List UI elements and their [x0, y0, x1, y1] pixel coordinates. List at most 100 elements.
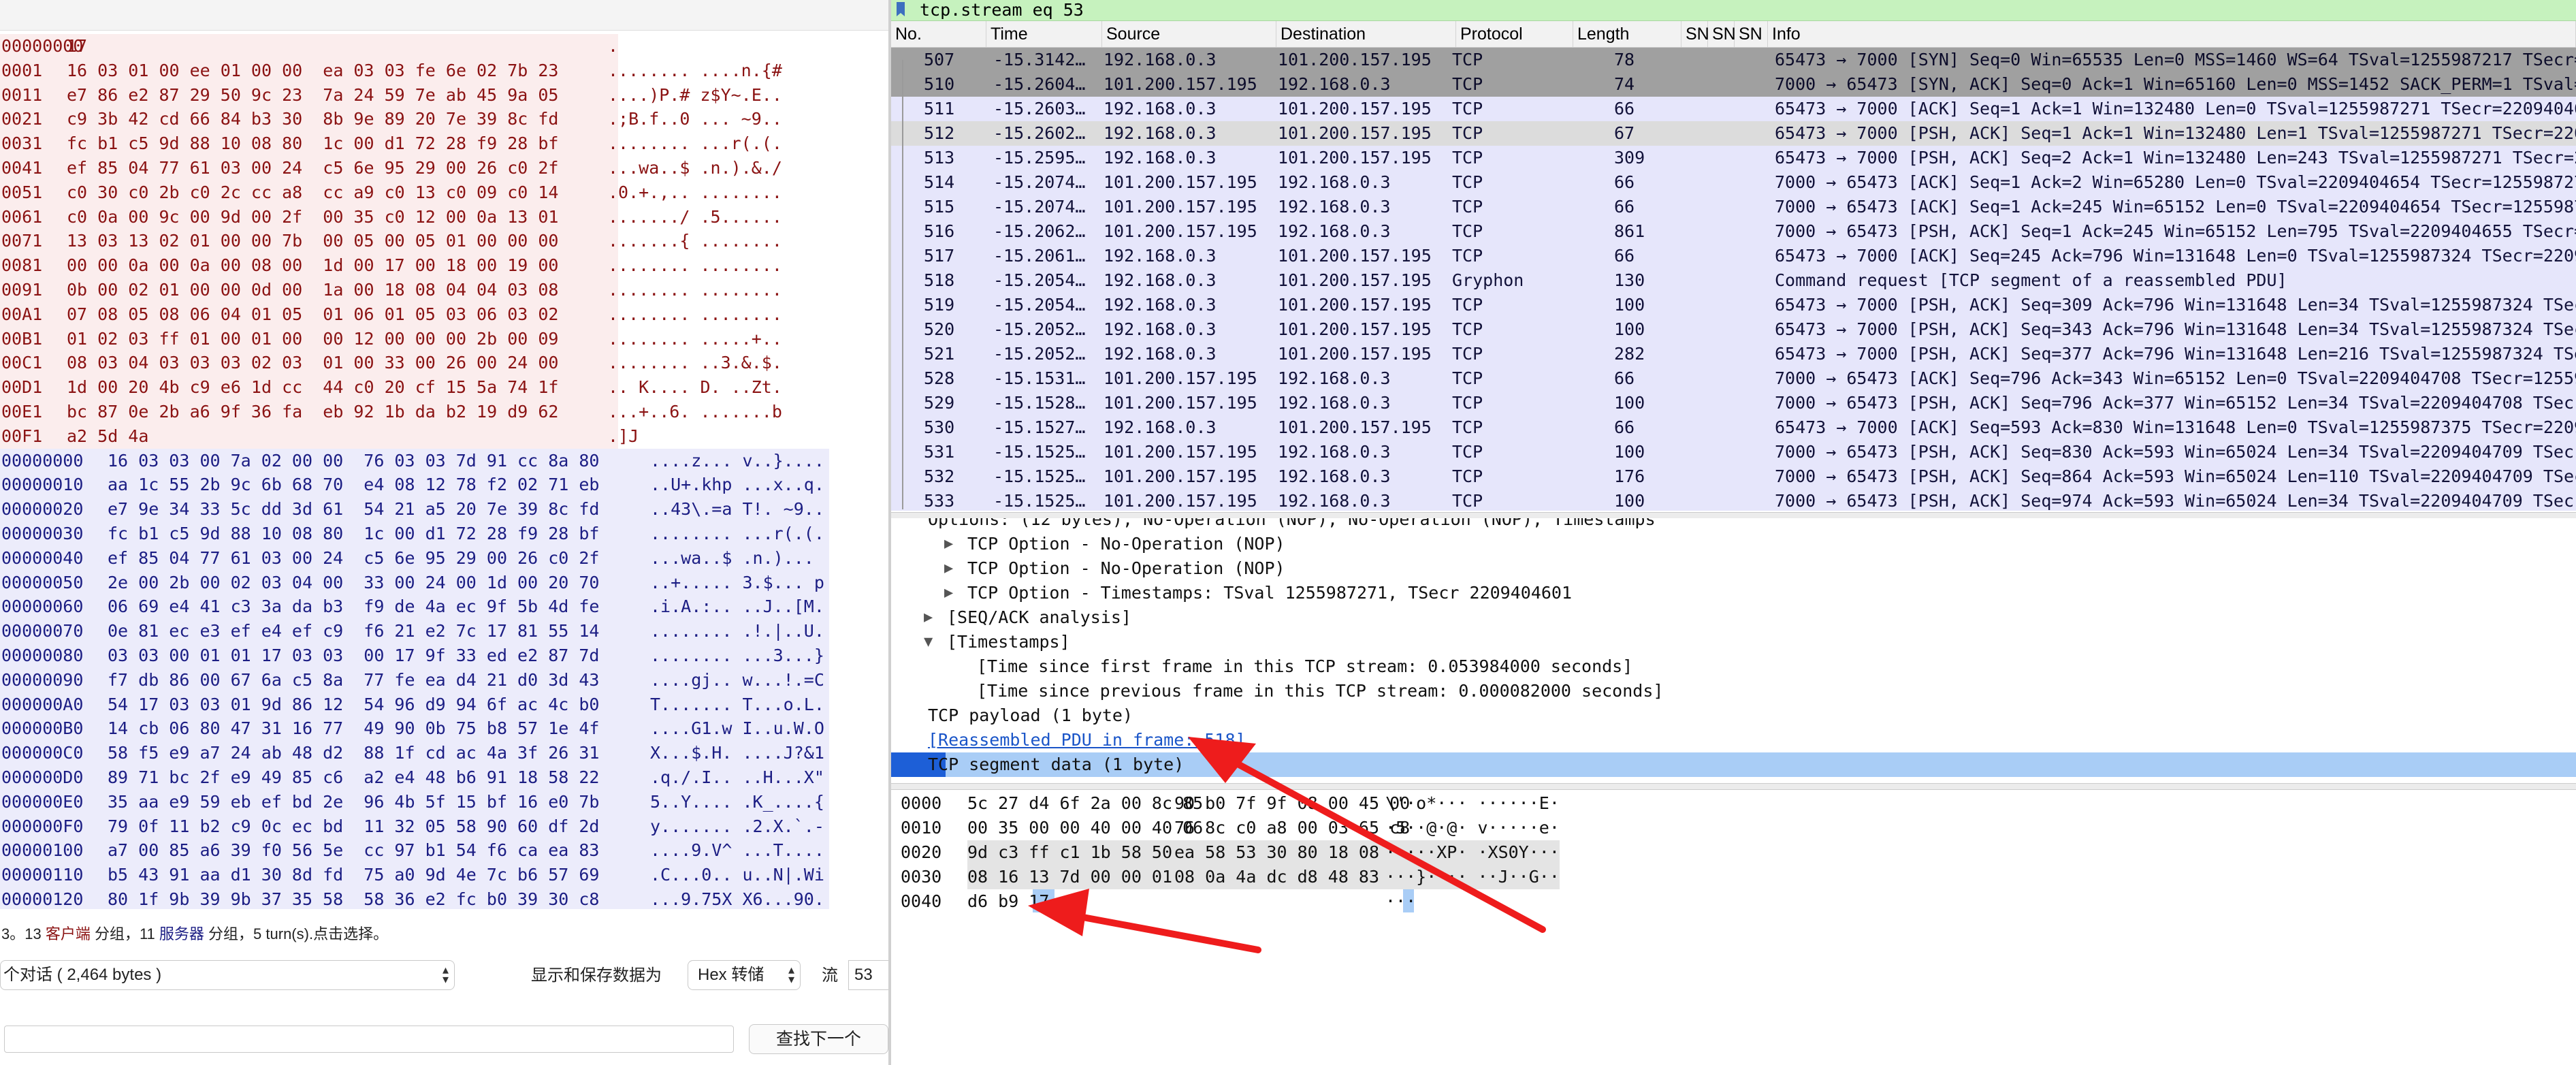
detail-tree-row[interactable]: ▶ TCP Option - No-Operation (NOP) [891, 532, 2576, 556]
detail-tree-row[interactable]: TCP segment data (1 byte) [891, 752, 2576, 777]
packet-row[interactable]: 516 -15.2062… 101.200.157.195 192.168.0.3 TC… [891, 219, 2576, 244]
collapsed-triangle-icon[interactable]: ▶ [944, 532, 953, 556]
packet-row[interactable]: 510 -15.2604… 101.200.157.195 192.168.0.3 TC… [891, 72, 2576, 97]
packet-row[interactable]: 530 -15.1527… 192.168.0.3 101.200.157.195 TC… [891, 415, 2576, 440]
detail-tree-row[interactable]: [Time since first frame in this TCP stre… [891, 654, 2576, 679]
hex-offset: 000000A0 [1, 694, 84, 714]
packet-row[interactable]: 514 -15.2074… 101.200.157.195 192.168.0.3 TC… [891, 170, 2576, 195]
hex-bytes: e7 86 e2 87 29 50 9c 23 7a 24 59 7e ab 4… [67, 84, 559, 105]
bytes-hex-group[interactable]: 5c 27 d4 6f 2a 00 8c 85 [967, 791, 1203, 816]
bytes-ascii[interactable]: ··· [1385, 889, 1416, 914]
packet-row[interactable]: 512 -15.2602… 192.168.0.3 101.200.157.195 TC… [891, 121, 2576, 146]
packet-number: 518 [924, 270, 955, 290]
bytes-hex-group[interactable]: 08 16 13 7d 00 00 01 01 [967, 865, 1204, 889]
packet-time: -15.2595… [993, 148, 1086, 168]
packet-row[interactable]: 521 -15.2052… 192.168.0.3 101.200.157.195 TC… [891, 342, 2576, 366]
bytes-hex-group[interactable]: 90 b0 7f 9f 08 00 45 00 [1174, 791, 1410, 816]
packet-time: -15.2062… [993, 221, 1086, 241]
packet-row[interactable]: 517 -15.2061… 192.168.0.3 101.200.157.195 TC… [891, 244, 2576, 268]
packet-source: 192.168.0.3 [1104, 123, 1217, 143]
collapsed-triangle-icon[interactable]: ▶ [944, 556, 953, 581]
packet-row[interactable]: 515 -15.2074… 101.200.157.195 192.168.0.3 TC… [891, 195, 2576, 219]
packet-bytes-pane[interactable]: 0000 5c 27 d4 6f 2a 00 8c 85 90 b0 7f 9f 0… [891, 790, 2576, 1065]
column-header[interactable]: Info [1768, 21, 2576, 47]
hex-ascii: ........ ...r(.(. [650, 523, 824, 543]
pane-splitter[interactable] [891, 783, 2576, 790]
detail-tree-row[interactable]: ▶ [SEQ/ACK analysis] [891, 605, 2576, 630]
client-hex-line: 0051 c0 30 c0 2b c0 2c cc a8 cc a9 c0 13 … [0, 180, 888, 205]
stream-number-input[interactable]: 53 [848, 960, 888, 990]
packet-list[interactable]: 507 -15.3142… 192.168.0.3 101.200.157.195 TC… [891, 48, 2576, 511]
packet-row[interactable]: 519 -15.2054… 192.168.0.3 101.200.157.195 TC… [891, 293, 2576, 317]
display-filter-input[interactable]: tcp.stream eq 53 [920, 0, 1084, 20]
packet-details-tree[interactable]: Options: (12 bytes), No-Operation (NOP),… [891, 518, 2576, 782]
server-hex-line: 00000100 a7 00 85 a6 39 f0 56 5e cc 97 b1… [0, 838, 888, 863]
packet-row[interactable]: 511 -15.2603… 192.168.0.3 101.200.157.195 TC… [891, 97, 2576, 121]
hex-ascii: ....z... v..}.... [650, 450, 824, 471]
packet-row[interactable]: 513 -15.2595… 192.168.0.3 101.200.157.195 TC… [891, 146, 2576, 170]
expanded-triangle-icon[interactable]: ▼ [924, 630, 933, 654]
bytes-ascii[interactable]: \'·o*··· ······E· [1385, 791, 1560, 816]
status-prefix: 3。13 [1, 925, 46, 942]
client-hex-line: 00D1 1d 00 20 4b c9 e6 1d cc 44 c0 20 cf … [0, 375, 888, 400]
bytes-ascii[interactable]: ···}···· ··J··G·· [1385, 865, 1560, 889]
display-filter-bar[interactable]: tcp.stream eq 53 [891, 0, 2576, 21]
format-select-value: Hex 转储 [698, 966, 764, 984]
status-mid: 分组，11 [90, 925, 159, 942]
detail-tree-row[interactable]: ▶ TCP Option - Timestamps: TSval 12559872… [891, 581, 2576, 605]
detail-tree-row[interactable]: Options: (12 bytes), No-Operation (NOP),… [891, 518, 2576, 532]
stream-hex-view[interactable]: 00000000 17. 0001 16 03 01 00 ee 01 00 00 e… [0, 34, 888, 909]
column-header[interactable]: Length [1573, 21, 1681, 47]
column-header[interactable]: Protocol [1456, 21, 1573, 47]
collapsed-triangle-icon[interactable]: ▶ [944, 581, 953, 605]
packet-row[interactable]: 518 -15.2054… 192.168.0.3 101.200.157.195 Gr… [891, 268, 2576, 293]
detail-tree-row[interactable]: [Time since previous frame in this TCP s… [891, 679, 2576, 703]
packet-row[interactable]: 529 -15.1528… 101.200.157.195 192.168.0.3 TC… [891, 391, 2576, 415]
packet-row[interactable]: 531 -15.1525… 101.200.157.195 192.168.0.3 TC… [891, 440, 2576, 464]
packet-destination: 192.168.0.3 [1278, 221, 1391, 241]
packet-length: 130 [1614, 270, 1645, 290]
bytes-ascii[interactable]: ·5··@·@· v·····e· [1385, 816, 1560, 840]
status-server-link[interactable]: 服务器 [159, 925, 204, 942]
detail-tree-text: [Timestamps] [947, 632, 1070, 652]
column-header[interactable]: Source [1102, 21, 1276, 47]
find-next-button[interactable]: 查找下一个 [749, 1024, 888, 1054]
bytes-hex-group[interactable]: d6 b9 17 [967, 889, 1049, 914]
select-updown-icon: ▴ ▾ [788, 963, 794, 986]
packet-protocol: TCP [1452, 148, 1483, 168]
column-header[interactable]: Destination [1276, 21, 1456, 47]
column-header[interactable]: Time [986, 21, 1102, 47]
bytes-hex-group[interactable]: 9d c3 ff c1 1b 58 50 b8 [967, 840, 1204, 865]
reassembled-pdu-link[interactable]: [Reassembled PDU in frame: 518] [928, 728, 1246, 752]
packet-row[interactable]: 520 -15.2052… 192.168.0.3 101.200.157.195 TC… [891, 317, 2576, 342]
collapsed-triangle-icon[interactable]: ▶ [924, 605, 933, 630]
detail-tree-row[interactable]: ▶ TCP Option - No-Operation (NOP) [891, 556, 2576, 581]
bytes-hex-group[interactable]: 08 0a 4a dc d8 48 83 b0 [1174, 865, 1411, 889]
packet-protocol: TCP [1452, 221, 1483, 241]
bytes-hex-group[interactable]: ea 58 53 30 80 18 08 00 [1174, 840, 1411, 865]
detail-tree-row[interactable]: ▼ [Timestamps] [891, 630, 2576, 654]
packet-row[interactable]: 507 -15.3142… 192.168.0.3 101.200.157.195 TC… [891, 48, 2576, 72]
bytes-hex-group[interactable]: 00 35 00 00 40 00 40 06 [967, 816, 1203, 840]
column-header[interactable]: No. [891, 21, 986, 47]
packet-destination: 101.200.157.195 [1278, 295, 1432, 315]
hex-bytes: 13 03 13 02 01 00 00 7b 00 05 00 05 01 0… [67, 231, 559, 251]
column-header[interactable]: SN [1681, 21, 1709, 47]
hex-offset: 0061 [1, 206, 43, 227]
packet-row[interactable]: 532 -15.1525… 101.200.157.195 192.168.0.3 TC… [891, 464, 2576, 489]
status-client-link[interactable]: 客户端 [46, 925, 91, 942]
detail-tree-row[interactable]: TCP payload (1 byte) [891, 703, 2576, 728]
detail-tree-row[interactable]: [Reassembled PDU in frame: 518] [891, 728, 2576, 752]
find-input[interactable] [4, 1026, 734, 1053]
format-select[interactable]: Hex 转储 ▴ ▾ [688, 960, 801, 990]
column-header[interactable]: SN [1735, 21, 1768, 47]
packet-row[interactable]: 528 -15.1531… 101.200.157.195 192.168.0.3 TC… [891, 366, 2576, 391]
bytes-hex-group[interactable]: 76 8c c0 a8 00 03 65 c8 [1174, 816, 1410, 840]
column-header[interactable]: SN [1708, 21, 1736, 47]
bytes-ascii[interactable]: ·····XP· ·XS0Y··· [1385, 840, 1560, 865]
bookmark-icon[interactable] [895, 1, 906, 18]
packet-source: 101.200.157.195 [1104, 466, 1257, 486]
stream-status-text: 3。13 客户端 分组，11 服务器 分组，5 turn(s).点击选择。 [0, 921, 888, 948]
packet-row[interactable]: 533 -15.1525… 101.200.157.195 192.168.0.3 TC… [891, 489, 2576, 511]
conversation-select[interactable]: 个对话 ( 2,464 bytes ) ▴ ▾ [0, 960, 455, 990]
